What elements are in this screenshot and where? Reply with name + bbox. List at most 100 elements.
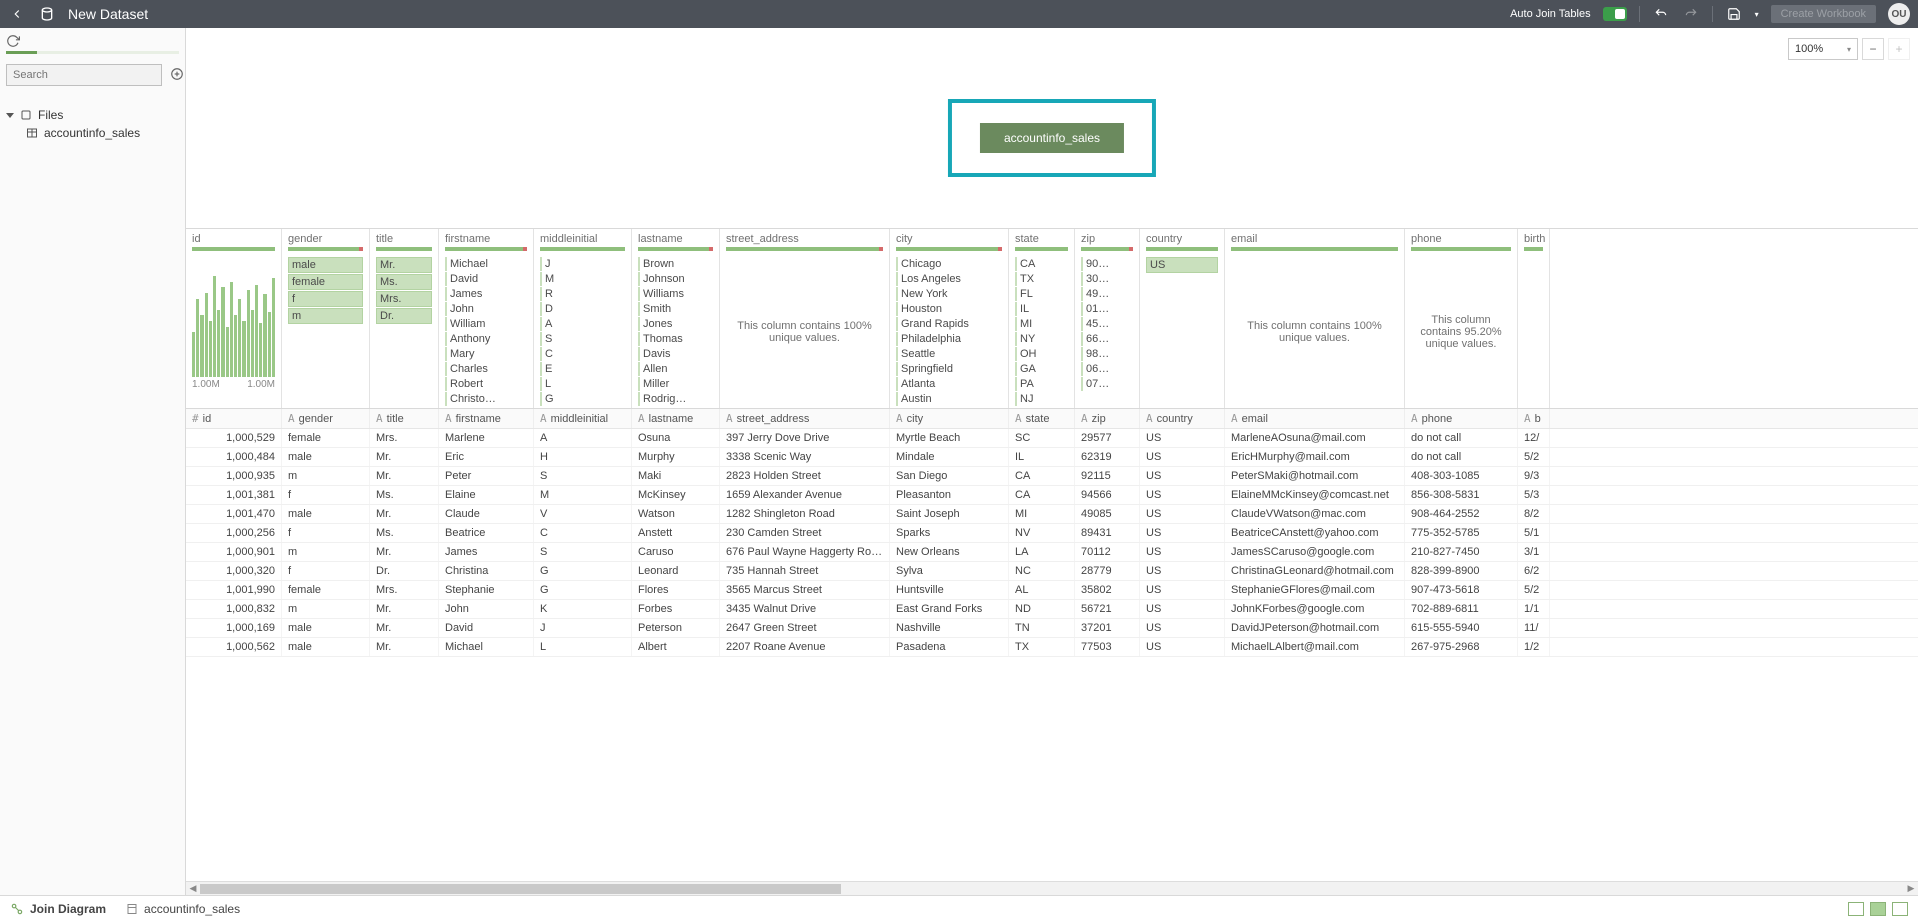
top-value[interactable]: 07… <box>1081 377 1133 391</box>
top-value[interactable]: f <box>288 291 363 307</box>
top-value[interactable]: Mary <box>445 347 527 361</box>
top-value[interactable]: A <box>540 317 625 331</box>
top-value[interactable]: US <box>1146 257 1218 273</box>
add-icon[interactable] <box>170 67 184 84</box>
top-value[interactable]: OH <box>1015 347 1068 361</box>
top-value[interactable]: R <box>540 287 625 301</box>
view-mode-1[interactable] <box>1848 902 1864 916</box>
top-value[interactable]: Thomas <box>638 332 713 346</box>
table-row[interactable]: 1,000,320fDr.ChristinaGLeonard735 Hannah… <box>186 562 1918 581</box>
create-workbook-button[interactable]: Create Workbook <box>1771 5 1876 23</box>
view-mode-3[interactable] <box>1892 902 1908 916</box>
top-value[interactable]: C <box>540 347 625 361</box>
zoom-out-button[interactable]: − <box>1862 38 1884 60</box>
top-value[interactable]: 49… <box>1081 287 1133 301</box>
scrollbar-thumb[interactable] <box>200 884 841 894</box>
top-value[interactable]: MI <box>1015 317 1068 331</box>
top-value[interactable]: 30… <box>1081 272 1133 286</box>
top-value[interactable]: 01… <box>1081 302 1133 316</box>
top-value[interactable]: GA <box>1015 362 1068 376</box>
top-value[interactable]: Ms. <box>376 274 432 290</box>
tree-node-table[interactable]: accountinfo_sales <box>6 124 179 142</box>
auto-join-toggle[interactable] <box>1603 7 1627 21</box>
table-row[interactable]: 1,001,990femaleMrs.StephanieGFlores3565 … <box>186 581 1918 600</box>
profile-middleinitial[interactable]: middleinitialJMRDASCELG <box>534 229 632 408</box>
table-row[interactable]: 1,001,381fMs.ElaineMMcKinsey1659 Alexand… <box>186 486 1918 505</box>
profile-country[interactable]: countryUS <box>1140 229 1225 408</box>
top-value[interactable]: Anthony <box>445 332 527 346</box>
top-value[interactable]: Christo… <box>445 392 527 406</box>
top-value[interactable]: NJ <box>1015 392 1068 406</box>
column-header-zip[interactable]: Azip <box>1075 409 1140 428</box>
top-value[interactable]: Robert <box>445 377 527 391</box>
top-value[interactable]: 45… <box>1081 317 1133 331</box>
top-value[interactable]: male <box>288 257 363 273</box>
top-value[interactable]: Mr. <box>376 257 432 273</box>
dataset-node[interactable]: accountinfo_sales <box>948 99 1156 177</box>
search-input[interactable] <box>6 64 162 86</box>
top-value[interactable]: CA <box>1015 257 1068 271</box>
table-row[interactable]: 1,000,562maleMr.MichaelLAlbert2207 Roane… <box>186 638 1918 657</box>
scroll-left-icon[interactable]: ◀ <box>186 883 200 894</box>
profile-state[interactable]: stateCATXFLILMINYOHGAPANJ <box>1009 229 1075 408</box>
top-value[interactable]: Seattle <box>896 347 1002 361</box>
table-row[interactable]: 1,000,832mMr.JohnKForbes3435 Walnut Driv… <box>186 600 1918 619</box>
zoom-in-button[interactable]: + <box>1888 38 1910 60</box>
profile-birth[interactable]: birth <box>1518 229 1550 408</box>
top-value[interactable]: 06… <box>1081 362 1133 376</box>
top-value[interactable]: Rodrig… <box>638 392 713 406</box>
top-value[interactable]: Houston <box>896 302 1002 316</box>
table-row[interactable]: 1,000,935mMr.PeterSMaki2823 Holden Stree… <box>186 467 1918 486</box>
top-value[interactable]: Williams <box>638 287 713 301</box>
column-header-city[interactable]: Acity <box>890 409 1009 428</box>
top-value[interactable]: Atlanta <box>896 377 1002 391</box>
top-value[interactable]: Johnson <box>638 272 713 286</box>
table-row[interactable]: 1,000,256fMs.BeatriceCAnstett230 Camden … <box>186 524 1918 543</box>
top-value[interactable]: Chicago <box>896 257 1002 271</box>
top-value[interactable]: NY <box>1015 332 1068 346</box>
top-value[interactable]: Austin <box>896 392 1002 406</box>
column-header-title[interactable]: Atitle <box>370 409 439 428</box>
top-value[interactable]: Los Angeles <box>896 272 1002 286</box>
top-value[interactable]: Smith <box>638 302 713 316</box>
scroll-right-icon[interactable]: ▶ <box>1904 883 1918 894</box>
top-value[interactable]: 90… <box>1081 257 1133 271</box>
top-value[interactable]: G <box>540 392 625 406</box>
top-value[interactable]: James <box>445 287 527 301</box>
top-value[interactable]: Allen <box>638 362 713 376</box>
top-value[interactable]: Mrs. <box>376 291 432 307</box>
column-header-state[interactable]: Astate <box>1009 409 1075 428</box>
refresh-icon[interactable] <box>6 34 20 51</box>
profile-lastname[interactable]: lastnameBrownJohnsonWilliamsSmithJonesTh… <box>632 229 720 408</box>
profile-street_address[interactable]: street_addressThis column contains 100% … <box>720 229 890 408</box>
profile-gender[interactable]: gendermalefemalefm <box>282 229 370 408</box>
view-mode-2[interactable] <box>1870 902 1886 916</box>
column-header-b[interactable]: Ab <box>1518 409 1550 428</box>
diagram-canvas[interactable]: 100% ▾ − + accountinfo_sales <box>186 28 1918 228</box>
top-value[interactable]: D <box>540 302 625 316</box>
column-header-phone[interactable]: Aphone <box>1405 409 1518 428</box>
profile-title[interactable]: titleMr.Ms.Mrs.Dr. <box>370 229 439 408</box>
table-row[interactable]: 1,000,529femaleMrs.MarleneAOsuna397 Jerr… <box>186 429 1918 448</box>
save-icon[interactable] <box>1725 5 1743 23</box>
top-value[interactable]: Charles <box>445 362 527 376</box>
redo-icon[interactable] <box>1682 5 1700 23</box>
top-value[interactable]: TX <box>1015 272 1068 286</box>
top-value[interactable]: Miller <box>638 377 713 391</box>
profile-zip[interactable]: zip90…30…49…01…45…66…98…06…07… <box>1075 229 1140 408</box>
top-value[interactable]: John <box>445 302 527 316</box>
top-value[interactable]: S <box>540 332 625 346</box>
top-value[interactable]: Michael <box>445 257 527 271</box>
top-value[interactable]: Philadelphia <box>896 332 1002 346</box>
column-header-email[interactable]: Aemail <box>1225 409 1405 428</box>
top-value[interactable]: L <box>540 377 625 391</box>
top-value[interactable]: Grand Rapids <box>896 317 1002 331</box>
top-value[interactable]: FL <box>1015 287 1068 301</box>
horizontal-scrollbar[interactable]: ◀ ▶ <box>186 881 1918 895</box>
table-row[interactable]: 1,000,169maleMr.DavidJPeterson2647 Green… <box>186 619 1918 638</box>
tab-join-diagram[interactable]: Join Diagram <box>10 902 106 916</box>
tab-accountinfo-sales[interactable]: accountinfo_sales <box>126 902 240 916</box>
top-value[interactable]: Dr. <box>376 308 432 324</box>
back-icon[interactable] <box>8 5 26 23</box>
table-row[interactable]: 1,001,470maleMr.ClaudeVWatson1282 Shingl… <box>186 505 1918 524</box>
